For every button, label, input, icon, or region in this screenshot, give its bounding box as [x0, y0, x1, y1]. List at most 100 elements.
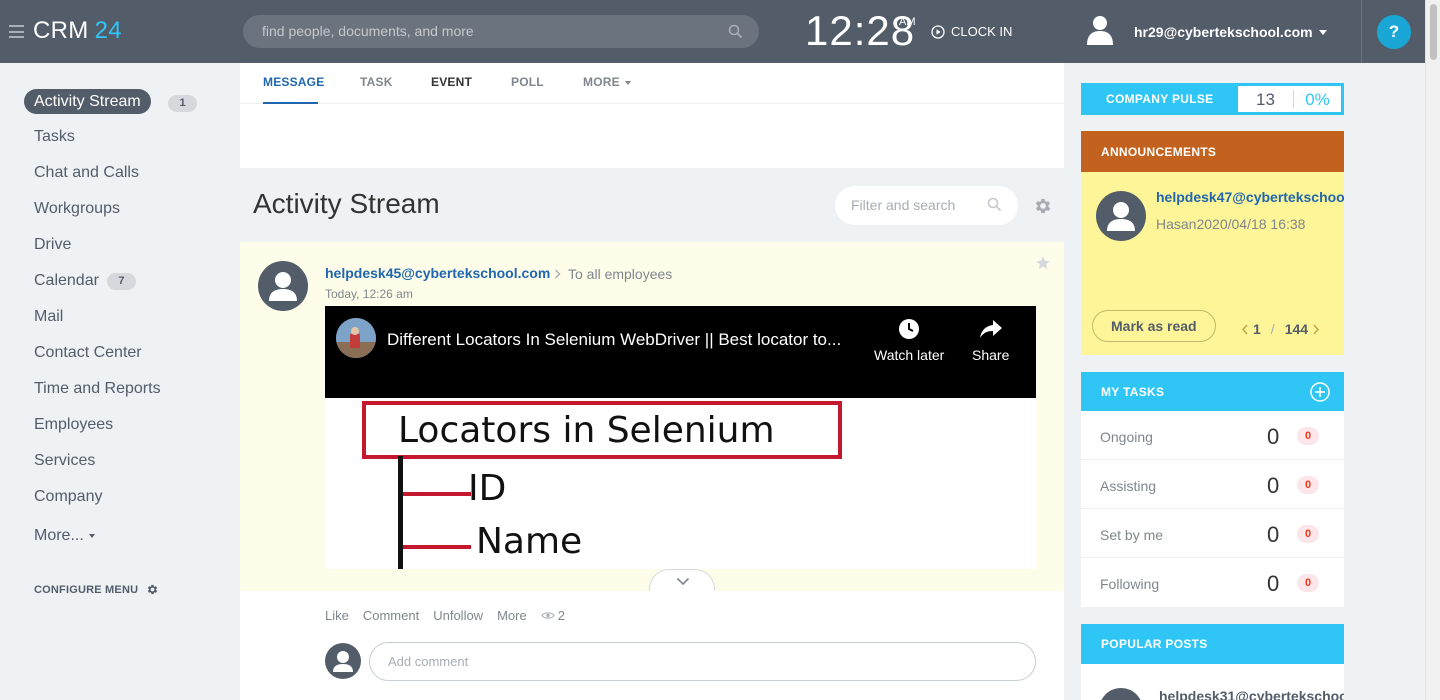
watch-later-button[interactable]: Watch later [874, 318, 944, 363]
calendar-counter: 7 [106, 272, 136, 290]
chevron-right-icon [555, 269, 561, 279]
sidebar-item-activity-stream[interactable]: Activity Stream [24, 89, 151, 114]
page-scrollbar[interactable] [1425, 0, 1440, 700]
my-tasks-list: Ongoing 0 0 Assisting 0 0 Set by me 0 0 … [1081, 411, 1344, 607]
scrollbar-thumb[interactable] [1430, 4, 1437, 60]
task-row-ongoing[interactable]: Ongoing 0 0 [1081, 411, 1344, 460]
search-icon[interactable] [728, 24, 743, 39]
comment-link[interactable]: Comment [363, 608, 419, 623]
user-email[interactable]: hr29@cybertekschool.com [1134, 24, 1313, 40]
thumbnail-branch [403, 545, 471, 549]
post-actions: Like Comment Unfollow More 2 [325, 608, 593, 623]
sidebar-item-calendar[interactable]: Calendar 7 [34, 272, 136, 290]
composer-tabs: MESSAGE TASK EVENT POLL MORE [240, 63, 1064, 104]
clock-in-label: CLOCK IN [951, 24, 1013, 39]
task-badge: 0 [1297, 427, 1319, 445]
filter-input[interactable] [851, 197, 981, 213]
post-timestamp[interactable]: Today, 12:26 am [325, 287, 413, 301]
eye-icon [541, 612, 555, 619]
page-total: 144 [1284, 321, 1309, 337]
sidebar-item-workgroups[interactable]: Workgroups [34, 200, 120, 218]
share-button[interactable]: Share [972, 318, 1009, 363]
chevron-down-icon [88, 534, 95, 538]
sidebar-item-more[interactable]: More... [34, 527, 95, 545]
search-bar[interactable] [243, 15, 759, 48]
more-link[interactable]: More [497, 608, 527, 623]
gear-icon [148, 584, 158, 595]
avatar[interactable] [258, 261, 308, 311]
sidebar-item-tasks[interactable]: Tasks [34, 128, 75, 146]
page-current: 1 [1253, 321, 1261, 337]
video-embed[interactable]: Different Locators In Selenium WebDriver… [325, 306, 1036, 591]
chevron-left-icon[interactable] [1241, 323, 1249, 335]
tab-task[interactable]: TASK [360, 75, 393, 89]
header-divider [1361, 0, 1362, 63]
post-destination[interactable]: To all employees [568, 266, 672, 282]
task-row-assisting[interactable]: Assisting 0 0 [1081, 460, 1344, 509]
sidebar-item-drive[interactable]: Drive [34, 236, 71, 254]
video-title[interactable]: Different Locators In Selenium WebDriver… [387, 330, 841, 350]
search-input[interactable] [262, 23, 702, 39]
share-icon [979, 320, 1002, 338]
star-icon[interactable] [1035, 255, 1051, 271]
task-row-set-by-me[interactable]: Set by me 0 0 [1081, 509, 1344, 558]
search-icon[interactable] [987, 197, 1002, 212]
unfollow-link[interactable]: Unfollow [433, 608, 483, 623]
sidebar-item-chat-and-calls[interactable]: Chat and Calls [34, 164, 139, 182]
clock-ampm: AM [899, 16, 916, 28]
like-link[interactable]: Like [325, 608, 349, 623]
sidebar-item-employees[interactable]: Employees [34, 416, 113, 434]
comment-input[interactable] [388, 654, 988, 669]
task-count: 0 [1267, 571, 1280, 596]
task-count: 0 [1267, 424, 1280, 449]
popular-post-author[interactable]: helpdesk31@cybertekschool.com [1159, 688, 1344, 700]
filter-search[interactable] [835, 186, 1018, 225]
page-title: Activity Stream [253, 188, 440, 219]
channel-avatar[interactable] [336, 318, 376, 358]
announcement-author-link[interactable]: helpdesk47@cybertekschool.com [1156, 189, 1344, 205]
clock-icon [899, 319, 920, 339]
announcement-pager: 1 / 144 [1241, 321, 1320, 337]
avatar[interactable] [1099, 688, 1143, 700]
menu-icon[interactable] [9, 25, 24, 38]
tab-event[interactable]: EVENT [431, 75, 472, 89]
pulse-count: 13 [1256, 90, 1275, 109]
plus-circle-icon[interactable] [1310, 382, 1330, 402]
expand-post-button[interactable] [649, 569, 715, 591]
avatar[interactable] [1096, 191, 1146, 241]
clock-in-button[interactable]: CLOCK IN [931, 24, 1012, 39]
sidebar-item-time-and-reports[interactable]: Time and Reports [34, 380, 161, 398]
my-tasks-header: MY TASKS [1081, 372, 1344, 411]
comment-field[interactable] [369, 642, 1036, 681]
video-thumbnail[interactable]: Locators in Selenium ID Name [325, 398, 1036, 591]
sidebar-item-contact-center[interactable]: Contact Center [34, 344, 142, 362]
user-avatar-icon [333, 651, 353, 672]
avatar [325, 643, 361, 679]
sidebar-item-mail[interactable]: Mail [34, 308, 63, 326]
tab-more[interactable]: MORE [583, 75, 631, 89]
thumbnail-title: Locators in Selenium [398, 410, 775, 451]
mark-as-read-button[interactable]: Mark as read [1092, 310, 1216, 342]
active-tab-underline [263, 102, 318, 104]
help-button[interactable]: ? [1377, 15, 1411, 49]
user-avatar-icon[interactable] [1086, 15, 1114, 45]
announcement-card: helpdesk47@cybertekschool.com Hasan2020/… [1081, 172, 1344, 355]
tab-poll[interactable]: POLL [511, 75, 544, 89]
sidebar-item-company[interactable]: Company [34, 488, 102, 506]
logo[interactable]: CRM 24 [33, 17, 122, 45]
sidebar-item-services[interactable]: Services [34, 452, 95, 470]
pulse-percent: 0% [1305, 90, 1330, 109]
configure-menu-button[interactable]: CONFIGURE MENU [34, 583, 159, 596]
post-composer: MESSAGE TASK EVENT POLL MORE [240, 63, 1064, 168]
chevron-down-icon[interactable] [1319, 30, 1327, 35]
tab-message[interactable]: MESSAGE [263, 75, 324, 89]
views-counter[interactable]: 2 [541, 608, 579, 623]
chevron-right-icon[interactable] [1312, 323, 1320, 335]
company-pulse-widget[interactable]: COMPANY PULSE 13 0% [1081, 83, 1344, 115]
task-row-following[interactable]: Following 0 0 [1081, 558, 1344, 607]
announcements-header: ANNOUNCEMENTS [1081, 131, 1344, 172]
play-circle-icon [931, 24, 945, 39]
post-author-link[interactable]: helpdesk45@cybertekschool.com [325, 265, 550, 281]
gear-icon[interactable] [1033, 196, 1053, 216]
channel-logo-icon [336, 318, 376, 358]
